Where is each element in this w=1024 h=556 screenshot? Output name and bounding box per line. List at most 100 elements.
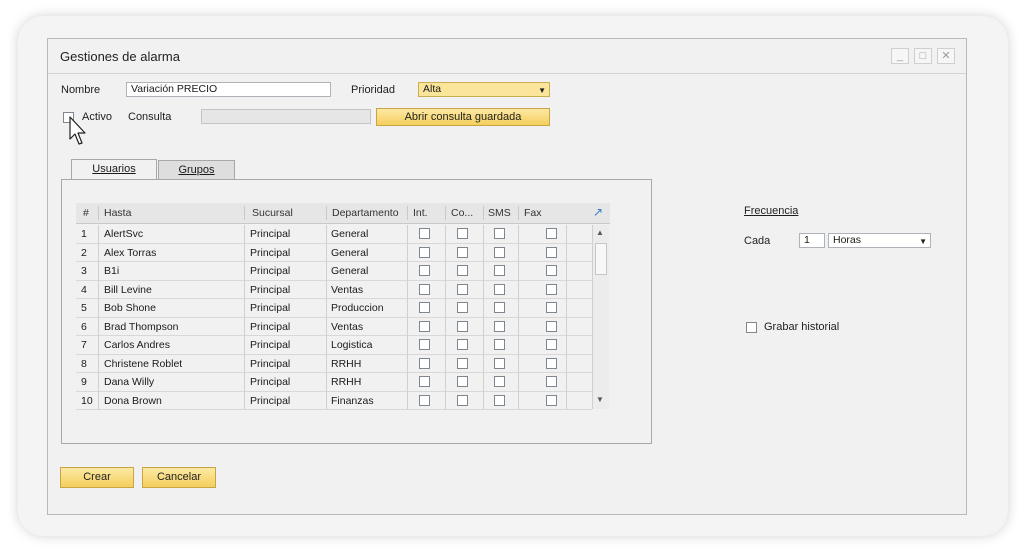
header-fax[interactable]: Fax: [524, 207, 542, 219]
cell-departamento[interactable]: Ventas: [331, 284, 363, 296]
cell-sucursal[interactable]: Principal: [250, 358, 290, 370]
cell-hasta[interactable]: B1i: [104, 265, 119, 277]
unidad-select[interactable]: Horas ▼: [828, 233, 931, 248]
checkbox-int[interactable]: [419, 246, 430, 258]
checkbox-co[interactable]: [457, 320, 468, 332]
cell-departamento[interactable]: Logistica: [331, 339, 372, 351]
checkbox-fax[interactable]: [546, 376, 557, 387]
checkbox-int[interactable]: [419, 302, 430, 313]
checkbox-co[interactable]: [457, 394, 468, 406]
checkbox-int[interactable]: [419, 376, 430, 387]
cell-departamento[interactable]: General: [331, 265, 368, 277]
header-co[interactable]: Co...: [451, 207, 473, 219]
cell-departamento[interactable]: RRHH: [331, 358, 361, 370]
cell-sucursal[interactable]: Principal: [250, 265, 290, 277]
table-row[interactable]: 6 Brad Thompson Principal Ventas: [76, 317, 592, 336]
header-int[interactable]: Int.: [413, 207, 428, 219]
cell-sucursal[interactable]: Principal: [250, 395, 290, 407]
checkbox-int[interactable]: [419, 228, 430, 239]
cell-hasta[interactable]: Bob Shone: [104, 302, 156, 314]
cell-departamento[interactable]: General: [331, 247, 368, 259]
table-row[interactable]: 3 B1i Principal General: [76, 262, 592, 281]
cell-departamento[interactable]: Ventas: [331, 321, 363, 333]
checkbox-co[interactable]: [457, 246, 468, 258]
checkbox-co[interactable]: [457, 376, 468, 387]
checkbox-fax[interactable]: [546, 265, 557, 276]
cada-input[interactable]: 1: [799, 233, 825, 248]
checkbox-sms[interactable]: [494, 283, 505, 295]
checkbox-fax[interactable]: [546, 228, 557, 239]
cell-hasta[interactable]: Brad Thompson: [104, 321, 179, 333]
cell-departamento[interactable]: RRHH: [331, 376, 361, 388]
checkbox-int[interactable]: [419, 357, 430, 369]
checkbox-fax[interactable]: [546, 357, 557, 369]
close-button[interactable]: ✕: [937, 48, 955, 64]
table-row[interactable]: 9 Dana Willy Principal RRHH: [76, 373, 592, 392]
checkbox-sms[interactable]: [494, 228, 505, 239]
checkbox-fax[interactable]: [546, 394, 557, 406]
checkbox-sms[interactable]: [494, 357, 505, 369]
checkbox-fax[interactable]: [546, 339, 557, 350]
cell-sucursal[interactable]: Principal: [250, 302, 290, 314]
scroll-thumb[interactable]: [595, 243, 607, 275]
table-row[interactable]: 7 Carlos Andres Principal Logistica: [76, 336, 592, 355]
checkbox-int[interactable]: [419, 339, 430, 350]
table-row[interactable]: 8 Christene Roblet Principal RRHH: [76, 354, 592, 373]
cell-hasta[interactable]: Carlos Andres: [104, 339, 170, 351]
cell-sucursal[interactable]: Principal: [250, 228, 290, 240]
nombre-input[interactable]: Variación PRECIO: [126, 82, 331, 97]
cell-sucursal[interactable]: Principal: [250, 284, 290, 296]
scroll-down-icon[interactable]: ▼: [596, 395, 604, 404]
checkbox-int[interactable]: [419, 320, 430, 332]
prioridad-select[interactable]: Alta ▼: [418, 82, 550, 97]
checkbox-sms[interactable]: [494, 246, 505, 258]
cell-hasta[interactable]: AlertSvc: [104, 228, 143, 240]
cancelar-button[interactable]: Cancelar: [142, 467, 216, 488]
abrir-consulta-button[interactable]: Abrir consulta guardada: [376, 108, 550, 126]
checkbox-fax[interactable]: [546, 320, 557, 332]
checkbox-sms[interactable]: [494, 394, 505, 406]
checkbox-int[interactable]: [419, 394, 430, 406]
checkbox-co[interactable]: [457, 339, 468, 350]
minimize-button[interactable]: _: [891, 48, 909, 64]
tab-grupos[interactable]: Grupos: [158, 160, 235, 180]
checkbox-fax[interactable]: [546, 302, 557, 313]
header-sucursal[interactable]: Sucursal: [252, 207, 293, 219]
grid-scrollbar[interactable]: ▲ ▼: [592, 225, 609, 409]
cell-departamento[interactable]: General: [331, 228, 368, 240]
checkbox-co[interactable]: [457, 265, 468, 276]
cell-hasta[interactable]: Dona Brown: [104, 395, 162, 407]
checkbox-sms[interactable]: [494, 302, 505, 313]
cell-sucursal[interactable]: Principal: [250, 247, 290, 259]
cell-hasta[interactable]: Bill Levine: [104, 284, 152, 296]
table-row[interactable]: 2 Alex Torras Principal General: [76, 243, 592, 262]
checkbox-sms[interactable]: [494, 376, 505, 387]
cell-hasta[interactable]: Alex Torras: [104, 247, 156, 259]
cell-sucursal[interactable]: Principal: [250, 376, 290, 388]
tab-usuarios[interactable]: Usuarios: [71, 159, 157, 179]
table-row[interactable]: 5 Bob Shone Principal Produccion: [76, 299, 592, 318]
cell-departamento[interactable]: Produccion: [331, 302, 384, 314]
grabar-historial-checkbox[interactable]: [746, 322, 757, 333]
table-row[interactable]: 1 AlertSvc Principal General: [76, 225, 592, 244]
table-row[interactable]: 10 Dona Brown Principal Finanzas: [76, 391, 592, 410]
checkbox-int[interactable]: [419, 265, 430, 276]
checkbox-sms[interactable]: [494, 320, 505, 332]
checkbox-co[interactable]: [457, 228, 468, 239]
header-sms[interactable]: SMS: [488, 207, 511, 219]
checkbox-co[interactable]: [457, 283, 468, 295]
cell-sucursal[interactable]: Principal: [250, 339, 290, 351]
checkbox-int[interactable]: [419, 283, 430, 295]
crear-button[interactable]: Crear: [60, 467, 134, 488]
cell-sucursal[interactable]: Principal: [250, 321, 290, 333]
scroll-up-icon[interactable]: ▲: [596, 228, 604, 237]
checkbox-fax[interactable]: [546, 246, 557, 258]
table-row[interactable]: 4 Bill Levine Principal Ventas: [76, 280, 592, 299]
expand-arrow-icon[interactable]: ↗: [593, 205, 603, 219]
header-departamento[interactable]: Departamento: [332, 207, 404, 219]
cell-hasta[interactable]: Christene Roblet: [104, 358, 182, 370]
checkbox-fax[interactable]: [546, 283, 557, 295]
checkbox-sms[interactable]: [494, 265, 505, 276]
cell-departamento[interactable]: Finanzas: [331, 395, 374, 407]
cell-hasta[interactable]: Dana Willy: [104, 376, 154, 388]
